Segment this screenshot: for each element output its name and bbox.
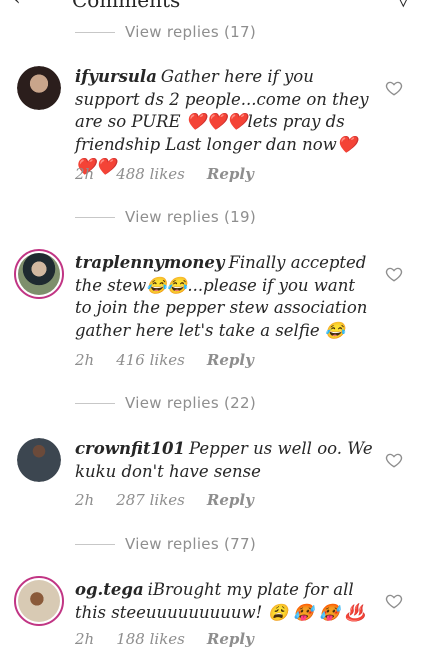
reply-button[interactable]: Reply <box>207 351 254 369</box>
comment-time: 2h <box>75 491 95 509</box>
comment-meta: 2h 188 likes Reply <box>75 630 254 648</box>
comment-meta: 2h 416 likes Reply <box>75 351 254 369</box>
comment-username[interactable]: crownfit101 <box>75 439 185 458</box>
comment-body: ifyursula Gather here if you support ds 2… <box>75 66 375 179</box>
heart-icon[interactable] <box>385 79 403 97</box>
comment-time: 2h <box>75 630 95 648</box>
reply-button[interactable]: Reply <box>207 630 254 648</box>
comment-likes[interactable]: 488 likes <box>116 165 185 183</box>
header-bar: ‹ Comments ▽ <box>0 0 429 12</box>
comment-likes[interactable]: 188 likes <box>116 630 185 648</box>
view-replies-label[interactable]: View replies (17) <box>125 23 256 41</box>
reply-thread-line <box>75 543 115 545</box>
avatar[interactable] <box>17 438 61 482</box>
reply-thread-line <box>75 402 115 404</box>
view-replies-link[interactable]: View replies (19) <box>75 206 256 228</box>
comment-body: og.tega iBrought my plate for all this st… <box>75 579 375 624</box>
comment-time: 2h <box>75 351 95 369</box>
heart-icon[interactable] <box>385 451 403 469</box>
send-icon[interactable]: ▽ <box>396 0 411 10</box>
comment-meta: 2h 287 likes Reply <box>75 491 254 509</box>
view-replies-link[interactable]: View replies (22) <box>75 392 256 414</box>
view-replies-label[interactable]: View replies (19) <box>125 208 256 226</box>
comment-likes[interactable]: 416 likes <box>116 351 185 369</box>
back-arrow-icon[interactable]: ‹ <box>12 0 21 11</box>
comment-likes[interactable]: 287 likes <box>116 491 185 509</box>
avatar-image <box>17 438 61 482</box>
view-replies-label[interactable]: View replies (77) <box>125 535 256 553</box>
avatar[interactable] <box>14 576 64 626</box>
comment-time: 2h <box>75 165 95 183</box>
avatar-image <box>18 580 60 622</box>
avatar-image <box>17 66 61 110</box>
comment-body: traplennymoney Finally accepted the stew😂… <box>75 252 375 342</box>
avatar[interactable] <box>14 249 64 299</box>
reply-button[interactable]: Reply <box>207 491 254 509</box>
avatar[interactable] <box>17 66 61 110</box>
heart-icon[interactable] <box>385 592 403 610</box>
page-title: Comments <box>72 0 181 12</box>
reply-button[interactable]: Reply <box>207 165 254 183</box>
reply-thread-line <box>75 216 115 218</box>
view-replies-link[interactable]: View replies (17) <box>75 21 256 43</box>
view-replies-link[interactable]: View replies (77) <box>75 533 256 555</box>
comment-username[interactable]: traplennymoney <box>75 253 224 272</box>
comment-body: crownfit101 Pepper us well oo. We kuku do… <box>75 438 375 483</box>
view-replies-label[interactable]: View replies (22) <box>125 394 256 412</box>
avatar-image <box>18 253 60 295</box>
reply-thread-line <box>75 31 115 33</box>
comment-username[interactable]: og.tega <box>75 580 144 599</box>
comment-meta: 2h 488 likes Reply <box>75 165 254 183</box>
heart-icon[interactable] <box>385 265 403 283</box>
comment-username[interactable]: ifyursula <box>75 67 157 86</box>
